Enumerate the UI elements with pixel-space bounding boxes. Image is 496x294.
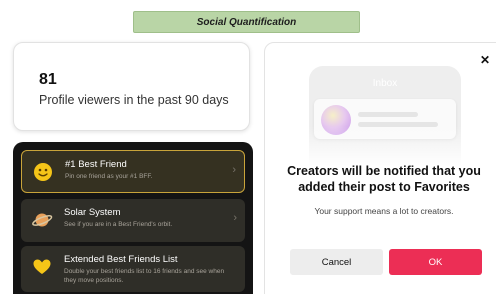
extended-best-friends-row[interactable]: Extended Best Friends List Double your b… bbox=[21, 246, 245, 292]
title-banner: Social Quantification bbox=[133, 11, 360, 33]
smiley-face-icon bbox=[32, 161, 54, 183]
inbox-label: Inbox bbox=[372, 78, 398, 89]
dialog-heading: Creators will be notified that you added… bbox=[287, 164, 481, 194]
chevron-right-icon: › bbox=[233, 212, 237, 224]
solar-system-subtitle: See if you are in a Best Friend's orbit. bbox=[64, 221, 173, 228]
solar-system-row[interactable]: Solar System See if you are in a Best Fr… bbox=[21, 199, 245, 242]
banner-title: Social Quantification bbox=[196, 16, 297, 28]
yellow-heart-icon bbox=[31, 256, 53, 278]
best-friends-panel: #1 Best Friend Pin one friend as your #1… bbox=[13, 142, 253, 294]
fade-overlay bbox=[309, 126, 461, 166]
inbox-illustration: Inbox bbox=[309, 66, 461, 166]
chevron-right-icon: › bbox=[232, 164, 236, 176]
best-friend-row[interactable]: #1 Best Friend Pin one friend as your #1… bbox=[21, 150, 245, 193]
close-icon[interactable]: ✕ bbox=[480, 53, 490, 67]
extended-list-title: Extended Best Friends List bbox=[64, 254, 178, 265]
best-friend-title: #1 Best Friend bbox=[65, 159, 127, 170]
profile-viewers-card: 81 Profile viewers in the past 90 days bbox=[13, 42, 250, 131]
extended-list-subtitle: Double your best friends list to 16 frie… bbox=[64, 268, 225, 284]
solar-system-title: Solar System bbox=[64, 207, 121, 218]
ringed-planet-icon bbox=[31, 209, 53, 231]
dialog-body: Your support means a lot to creators. bbox=[314, 206, 454, 216]
placeholder-line bbox=[358, 112, 418, 117]
viewers-label: Profile viewers in the past 90 days bbox=[39, 93, 229, 107]
best-friend-subtitle: Pin one friend as your #1 BFF. bbox=[65, 173, 153, 180]
cancel-button[interactable]: Cancel bbox=[290, 249, 383, 275]
ok-button[interactable]: OK bbox=[389, 249, 482, 275]
viewers-count: 81 bbox=[39, 71, 57, 88]
